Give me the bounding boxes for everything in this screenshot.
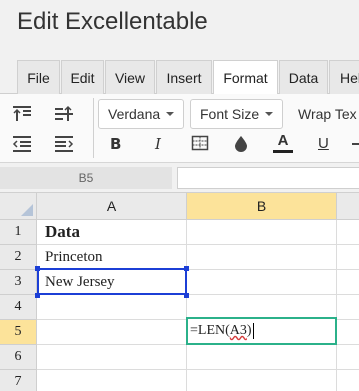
cell-c6[interactable]	[337, 345, 359, 370]
row-header-1[interactable]: 1	[0, 220, 37, 245]
cell-b2[interactable]	[187, 245, 337, 270]
select-all-icon	[21, 204, 33, 216]
toolbar-separator	[93, 98, 94, 158]
cell-b1[interactable]	[187, 220, 337, 245]
column-header-c[interactable]	[337, 193, 359, 220]
borders-icon[interactable]	[191, 135, 209, 151]
select-all-corner[interactable]	[0, 193, 37, 220]
cell-b5-editor[interactable]: =LEN(A3)	[186, 317, 337, 345]
font-color-glyph: A	[277, 132, 289, 149]
strikethrough-button[interactable]	[352, 143, 359, 145]
cell-c2[interactable]	[337, 245, 359, 270]
cell-b7[interactable]	[187, 370, 337, 391]
format-toolbar: Verdana Font Size Wrap Tex B I A U	[0, 94, 359, 163]
cell-b3[interactable]	[187, 270, 337, 295]
tab-edit[interactable]: Edit	[61, 60, 104, 94]
cell-a2[interactable]: Princeton	[37, 245, 187, 270]
tab-format[interactable]: Format	[213, 60, 278, 95]
range-handle[interactable]	[35, 266, 40, 271]
indent-increase-icon[interactable]	[53, 134, 75, 154]
cell-c1[interactable]	[337, 220, 359, 245]
row-header-3[interactable]: 3	[0, 270, 37, 295]
align-middle-icon[interactable]	[53, 104, 75, 124]
app-title: Edit Excellentable	[17, 8, 208, 35]
cell-a6[interactable]	[37, 345, 187, 370]
font-color-swatch	[273, 150, 293, 153]
cell-c3[interactable]	[337, 270, 359, 295]
font-family-value: Verdana	[108, 106, 161, 122]
tab-help[interactable]: Hel	[329, 60, 359, 94]
bold-button[interactable]: B	[110, 135, 121, 153]
range-handle[interactable]	[184, 293, 189, 298]
font-size-dropdown[interactable]: Font Size	[190, 99, 283, 129]
cell-a7[interactable]	[37, 370, 187, 391]
column-header-b[interactable]: B	[187, 193, 337, 220]
cell-a4[interactable]	[37, 295, 187, 320]
formula-input[interactable]	[177, 167, 359, 189]
tab-file[interactable]: File	[17, 60, 60, 94]
formula-bar: B5	[0, 163, 359, 193]
chevron-down-icon	[166, 112, 175, 116]
row-header-7[interactable]: 7	[0, 370, 37, 391]
cell-a5[interactable]	[37, 320, 187, 345]
spreadsheet-grid: A B 1 2 3 4 5 6 7 Data Princeton New Jer…	[0, 193, 359, 391]
row-header-2[interactable]: 2	[0, 245, 37, 270]
font-family-dropdown[interactable]: Verdana	[98, 99, 184, 129]
font-color-icon[interactable]: A	[273, 132, 293, 154]
indent-decrease-icon[interactable]	[11, 134, 33, 154]
cell-c5[interactable]	[337, 320, 359, 345]
fill-color-icon[interactable]	[233, 134, 249, 152]
tab-data[interactable]: Data	[279, 60, 328, 94]
column-header-a[interactable]: A	[37, 193, 187, 220]
formula-reference: A3	[229, 323, 247, 338]
align-top-icon[interactable]	[11, 104, 33, 124]
row-header-6[interactable]: 6	[0, 345, 37, 370]
menu-tab-bar: File Edit View Insert Format Data Hel	[0, 56, 359, 95]
cell-a1[interactable]: Data	[37, 220, 187, 245]
cell-c4[interactable]	[337, 295, 359, 320]
cell-b6[interactable]	[187, 345, 337, 370]
cell-c7[interactable]	[337, 370, 359, 391]
formula-prefix: =LEN(	[190, 323, 230, 338]
font-size-value: Font Size	[200, 106, 260, 122]
formula-reference-highlight	[37, 268, 187, 295]
formula-suffix: )	[246, 323, 252, 338]
wrap-text-button[interactable]: Wrap Tex	[298, 106, 357, 122]
row-header-4[interactable]: 4	[0, 295, 37, 320]
text-cursor	[252, 323, 254, 339]
chevron-down-icon	[265, 112, 274, 116]
tab-view[interactable]: View	[105, 60, 155, 94]
italic-button[interactable]: I	[155, 135, 161, 153]
range-handle[interactable]	[35, 293, 40, 298]
row-header-5[interactable]: 5	[0, 320, 37, 345]
title-bar: Edit Excellentable	[0, 0, 359, 56]
name-box[interactable]: B5	[0, 167, 172, 189]
tab-insert[interactable]: Insert	[156, 60, 212, 94]
range-handle[interactable]	[184, 266, 189, 271]
underline-button[interactable]: U	[318, 135, 329, 152]
